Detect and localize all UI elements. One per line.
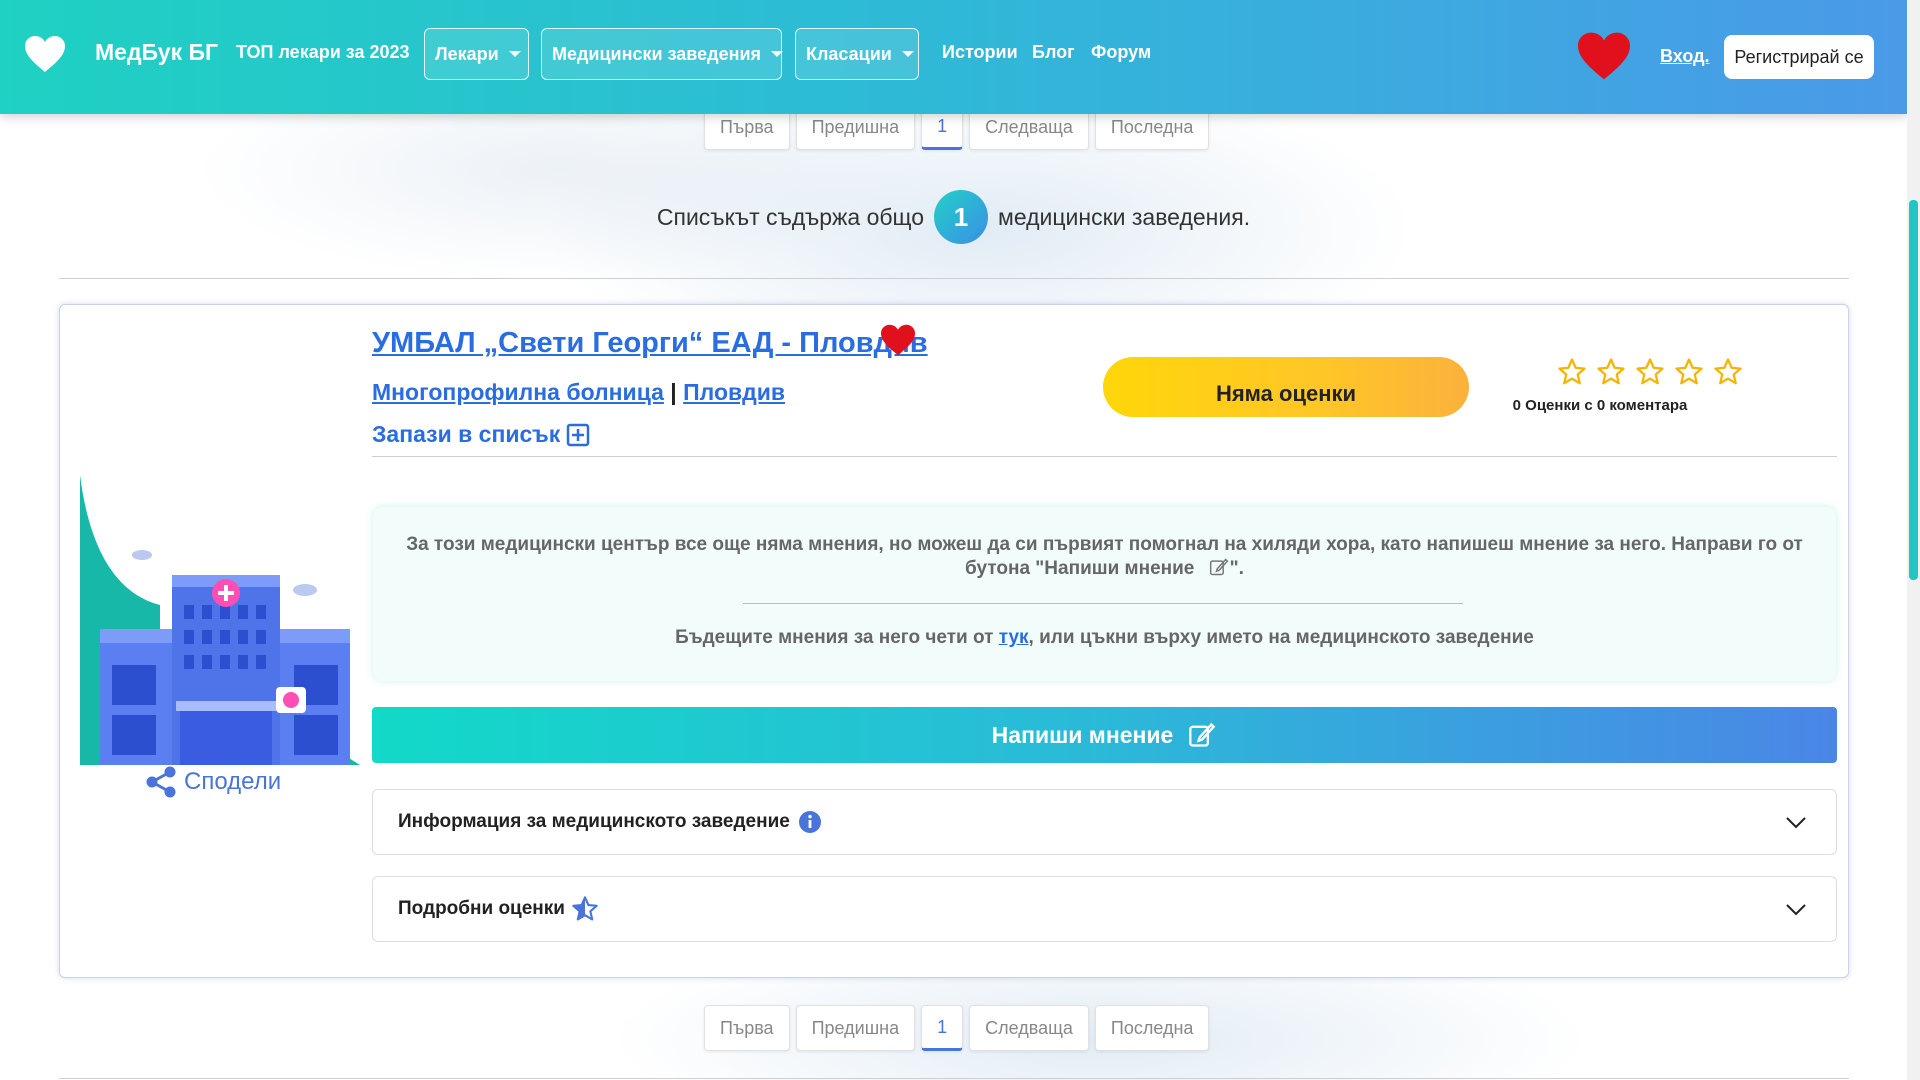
facility-info-label: Информация за медицинското заведение bbox=[398, 811, 790, 832]
logo-heart-icon[interactable] bbox=[23, 34, 67, 74]
chevron-down-icon bbox=[771, 51, 784, 57]
nav-doctors-dropdown[interactable]: Лекари bbox=[424, 28, 529, 80]
pagination-next[interactable]: Следваща bbox=[969, 1005, 1089, 1051]
notice-text-main: За този медицински център все още няма м… bbox=[406, 534, 1803, 579]
no-reviews-notice: За този медицински център все още няма м… bbox=[373, 507, 1836, 681]
nav-rankings-label: Класации bbox=[806, 43, 892, 64]
pagination-current[interactable]: 1 bbox=[921, 1005, 964, 1051]
share-button[interactable]: Сподели bbox=[144, 765, 281, 799]
facility-city-link[interactable]: Пловдив bbox=[683, 379, 785, 405]
detailed-ratings-label: Подробни оценки bbox=[398, 898, 565, 919]
pagination-last[interactable]: Последна bbox=[1094, 1005, 1210, 1051]
facility-card: Сподели УМБАЛ „Свети Георги“ ЕАД - Пловд… bbox=[59, 304, 1849, 978]
star-icon[interactable] bbox=[1596, 357, 1626, 387]
site-logo-text[interactable]: МедБук БГ bbox=[95, 39, 218, 66]
rating-count: 0 Оценки с 0 коментара bbox=[1512, 397, 1688, 414]
star-icon[interactable] bbox=[1635, 357, 1665, 387]
chevron-down-icon bbox=[901, 51, 914, 57]
facility-name-link[interactable]: УМБАЛ „Свети Георги“ ЕАД - Пловдив bbox=[372, 327, 928, 360]
favorites-heart-icon[interactable] bbox=[1574, 30, 1634, 82]
list-count: Списъкът съдържа общо 1 медицински завед… bbox=[0, 188, 1907, 246]
divider bbox=[59, 278, 1849, 279]
pagination-first[interactable]: Първа bbox=[704, 1005, 790, 1051]
login-link[interactable]: Вход. bbox=[1660, 46, 1710, 67]
save-to-list-label: Запази в списък bbox=[372, 421, 561, 447]
no-reviews-text: За този медицински център все още няма м… bbox=[393, 533, 1816, 581]
chevron-down-icon[interactable] bbox=[1784, 899, 1808, 919]
notice-foot-before: Бъдещите мнения за него чети от bbox=[675, 627, 994, 648]
star-half-icon bbox=[572, 896, 598, 921]
meta-separator: | bbox=[670, 379, 677, 405]
star-icon[interactable] bbox=[1557, 357, 1587, 387]
notice-footer: Бъдещите мнения за него чети от тук, или… bbox=[393, 627, 1816, 649]
info-icon bbox=[798, 811, 821, 833]
chevron-down-icon bbox=[508, 51, 521, 57]
save-to-list-button[interactable]: Запази в списък bbox=[372, 421, 590, 448]
favorite-heart-icon[interactable] bbox=[879, 323, 917, 357]
notice-text-end: ". bbox=[1229, 558, 1244, 579]
star-icon[interactable] bbox=[1674, 357, 1704, 387]
nav-facilities-label: Медицински заведения bbox=[552, 43, 762, 64]
register-button[interactable]: Регистрирай се bbox=[1724, 35, 1874, 79]
list-count-badge: 1 bbox=[934, 190, 988, 244]
notice-foot-after: , или цъкни върху името на медицинското … bbox=[1028, 627, 1534, 648]
share-label: Сподели bbox=[184, 768, 282, 795]
write-review-button[interactable]: Напиши мнение bbox=[372, 707, 1837, 763]
site-header: МедБук БГ ТОП лекари за 2023 Лекари Меди… bbox=[0, 0, 1907, 114]
hospital-illustration bbox=[80, 475, 360, 765]
edit-icon bbox=[1209, 558, 1229, 576]
write-review-label: Напиши мнение bbox=[991, 721, 1174, 748]
nav-facilities-dropdown[interactable]: Медицински заведения bbox=[541, 28, 784, 80]
nav-stories[interactable]: Истории bbox=[942, 42, 1018, 63]
divider bbox=[59, 1078, 1849, 1079]
facility-info-accordion[interactable]: Информация за медицинското заведение bbox=[372, 789, 1837, 855]
reviews-here-link[interactable]: тук bbox=[999, 627, 1029, 648]
star-rating[interactable] bbox=[1557, 357, 1743, 387]
notice-divider bbox=[743, 603, 1463, 604]
star-icon[interactable] bbox=[1713, 357, 1743, 387]
nav-blog[interactable]: Блог bbox=[1032, 42, 1075, 63]
share-icon bbox=[146, 766, 176, 798]
rating-badge: Няма оценки bbox=[1103, 357, 1469, 417]
pagination-bottom: Първа Предишна 1 Следваща Последна bbox=[704, 1005, 1210, 1051]
nav-top-doctors[interactable]: ТОП лекари за 2023 bbox=[236, 42, 410, 63]
list-count-prefix: Списъкът съдържа общо bbox=[656, 203, 924, 230]
list-count-suffix: медицински заведения. bbox=[998, 203, 1251, 230]
detailed-ratings-accordion[interactable]: Подробни оценки bbox=[372, 876, 1837, 942]
facility-type-link[interactable]: Многопрофилна болница bbox=[372, 379, 664, 405]
scrollbar-thumb[interactable] bbox=[1909, 200, 1918, 580]
facility-meta: Многопрофилна болница | Пловдив bbox=[372, 379, 785, 406]
nav-forum[interactable]: Форум bbox=[1091, 42, 1151, 63]
pagination-prev[interactable]: Предишна bbox=[795, 1005, 916, 1051]
nav-rankings-dropdown[interactable]: Класации bbox=[795, 28, 919, 80]
card-divider bbox=[372, 456, 1837, 457]
chevron-down-icon[interactable] bbox=[1784, 812, 1808, 832]
edit-icon bbox=[1189, 722, 1216, 747]
nav-doctors-label: Лекари bbox=[435, 43, 499, 64]
plus-square-icon bbox=[567, 423, 590, 446]
